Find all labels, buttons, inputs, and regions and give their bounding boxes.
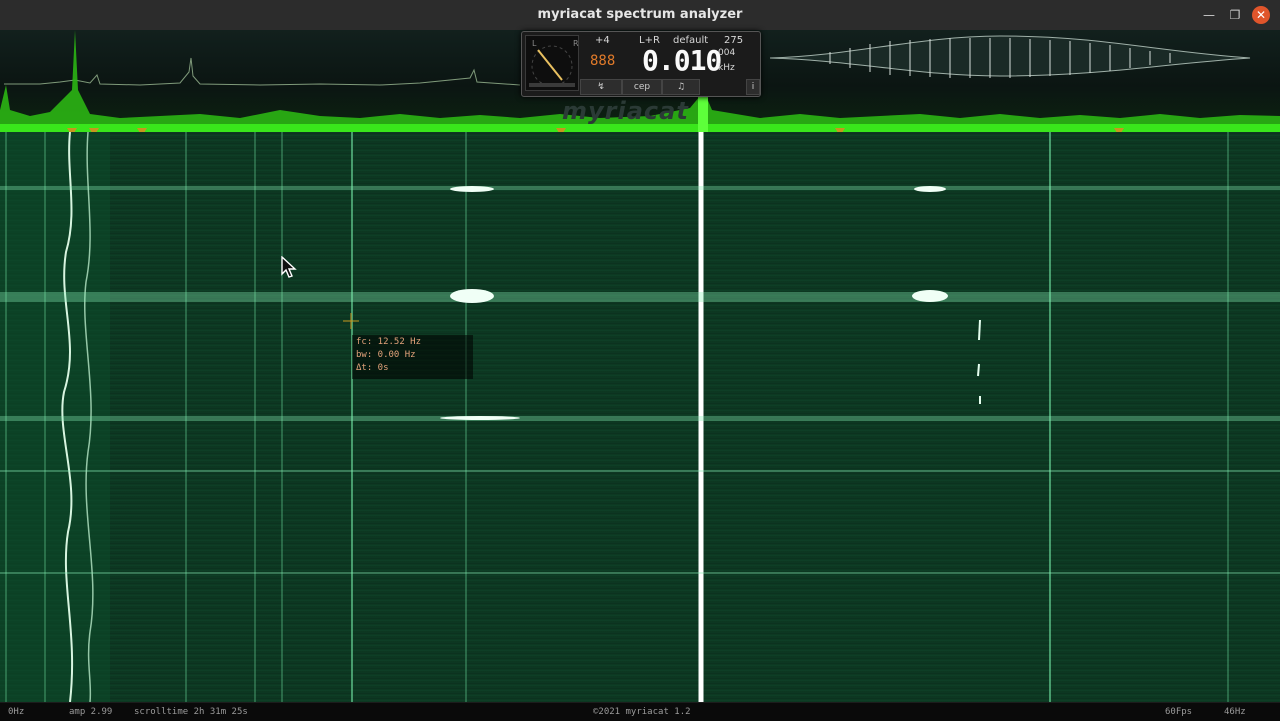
tooltip-bw: bw: 0.00 Hz (356, 350, 416, 360)
horizontal-bands (0, 186, 1280, 574)
gain-label[interactable]: +4 (595, 35, 610, 46)
window-title: myriacat spectrum analyzer (537, 7, 743, 22)
cepstrum-button[interactable]: cep (622, 79, 662, 95)
status-scrolltime[interactable]: scrolltime 2h 31m 25s (134, 707, 248, 717)
status-copyright: ©2021 myriacat 1.2 (593, 707, 691, 717)
bright-blobs (440, 186, 948, 420)
watermark-logo: myriacat (562, 97, 689, 125)
spectrogram-graph (0, 132, 1280, 702)
crosshair-icon (343, 313, 359, 329)
tooltip-dt: Δt: 0s (356, 363, 389, 373)
spectrum-baseline (0, 124, 1280, 132)
music-note-button[interactable]: ♫ (662, 79, 700, 95)
measurement-tooltip: fc: 12.52 Hz bw: 0.00 Hz Δt: 0s (352, 335, 473, 379)
panel-button-row: ↯ cep ♫ i (580, 79, 760, 95)
level-meter: L R (525, 35, 579, 91)
status-bar: 0Hz amp 2.99 scrolltime 2h 31m 25s ©2021… (0, 702, 1280, 721)
close-button[interactable]: ✕ (1252, 6, 1270, 24)
control-panel: L R +4 888 L+R default 275 0.010 004 kHz… (521, 31, 761, 97)
preset-number: 275 (724, 35, 744, 46)
frequency-unit: kHz (718, 63, 735, 73)
frequency-readout: 0.010 (642, 44, 722, 77)
title-bar: myriacat spectrum analyzer — ❐ ✕ (0, 0, 1280, 31)
peak-bar (698, 94, 708, 132)
tooltip-fc: fc: 12.52 Hz (356, 337, 422, 347)
waveform-trace (4, 57, 521, 86)
spectrogram-view[interactable] (0, 132, 1280, 702)
minimize-button[interactable]: — (1200, 6, 1218, 24)
status-freq-low: 0Hz (8, 707, 25, 717)
info-button[interactable]: i (746, 79, 760, 95)
short-tone-marks (977, 319, 981, 404)
maximize-button[interactable]: ❐ (1226, 6, 1244, 24)
frequency-fine: 004 (718, 48, 736, 58)
meter-right-label: R (573, 39, 579, 48)
status-freq-high: 46Hz (1224, 707, 1246, 717)
led-readout: 888 (590, 53, 616, 69)
status-fps: 60Fps (1165, 707, 1193, 717)
status-amp[interactable]: amp 2.99 (69, 707, 112, 717)
meter-left-label: L (532, 39, 537, 48)
mouse-cursor-icon (281, 256, 297, 278)
tuning-fork-button[interactable]: ↯ (580, 79, 622, 95)
